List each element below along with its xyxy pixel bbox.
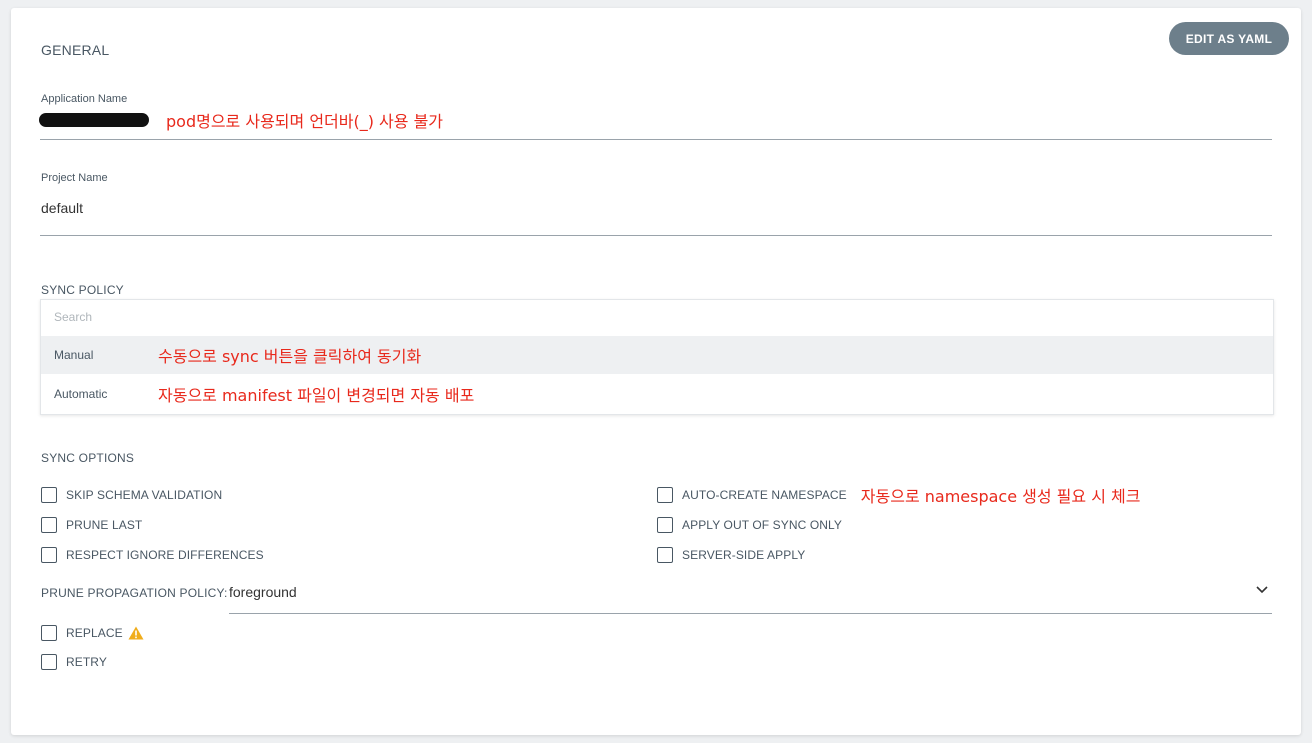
option-skip-schema-validation[interactable]: SKIP SCHEMA VALIDATION [41,485,222,505]
auto-create-namespace-checkbox[interactable] [657,487,673,503]
application-name-underline [40,139,1272,140]
option-auto-create-namespace[interactable]: AUTO-CREATE NAMESPACE 자동으로 namespace 생성 … [657,485,1141,506]
option-label: RETRY [66,655,107,669]
sync-policy-option-automatic[interactable]: Automatic 자동으로 manifest 파일이 변경되면 자동 배포 [41,375,1273,413]
application-form-card: EDIT AS YAML GENERAL Application Name po… [11,8,1301,735]
general-section-title: GENERAL [41,42,110,58]
prune-propagation-policy-select[interactable]: foreground [229,584,297,600]
auto-create-namespace-annotation: 자동으로 namespace 생성 필요 시 체크 [860,487,1141,506]
option-prune-last[interactable]: PRUNE LAST [41,515,142,535]
sync-policy-option-annotation: 수동으로 sync 버튼을 클릭하여 동기화 [158,347,422,366]
prune-propagation-policy-underline [229,613,1272,614]
server-side-apply-checkbox[interactable] [657,547,673,563]
sync-options-title: SYNC OPTIONS [41,451,135,465]
project-name-label: Project Name [41,172,108,184]
option-server-side-apply[interactable]: SERVER-SIDE APPLY [657,545,805,565]
option-retry[interactable]: RETRY [41,652,107,672]
option-apply-out-of-sync-only[interactable]: APPLY OUT OF SYNC ONLY [657,515,842,535]
option-label: APPLY OUT OF SYNC ONLY [682,518,843,532]
option-label: REPLACE [66,626,123,640]
skip-schema-validation-checkbox[interactable] [41,487,57,503]
project-name-input[interactable]: default [41,200,83,216]
project-name-underline [40,235,1272,236]
edit-as-yaml-button[interactable]: EDIT AS YAML [1169,22,1289,55]
sync-policy-option-manual[interactable]: Manual 수동으로 sync 버튼을 클릭하여 동기화 [41,336,1273,374]
option-label: SERVER-SIDE APPLY [682,548,806,562]
option-respect-ignore-differences[interactable]: RESPECT IGNORE DIFFERENCES [41,545,264,565]
sync-policy-dropdown: Search Manual 수동으로 sync 버튼을 클릭하여 동기화 Aut… [40,299,1274,415]
application-name-label: Application Name [41,93,128,105]
sync-policy-title: SYNC POLICY [41,283,124,297]
retry-checkbox[interactable] [41,654,57,670]
sync-policy-search-input[interactable]: Search [54,310,92,324]
apply-out-of-sync-only-checkbox[interactable] [657,517,673,533]
prune-propagation-policy-label: PRUNE PROPAGATION POLICY: [41,586,228,600]
replace-checkbox[interactable] [41,625,57,641]
option-label: RESPECT IGNORE DIFFERENCES [66,548,264,562]
option-label: AUTO-CREATE NAMESPACE [682,488,847,502]
application-name-input[interactable] [39,113,149,127]
respect-ignore-differences-checkbox[interactable] [41,547,57,563]
option-label: SKIP SCHEMA VALIDATION [66,488,223,502]
sync-policy-option-annotation: 자동으로 manifest 파일이 변경되면 자동 배포 [158,386,475,405]
sync-policy-option-label: Automatic [54,387,108,401]
prune-last-checkbox[interactable] [41,517,57,533]
option-replace[interactable]: REPLACE [41,623,144,643]
chevron-down-icon[interactable] [1255,585,1269,595]
sync-policy-option-label: Manual [54,348,94,362]
option-label: PRUNE LAST [66,518,143,532]
application-name-annotation: pod명으로 사용되며 언더바(_) 사용 불가 [166,112,444,131]
warning-triangle-icon [128,626,144,640]
